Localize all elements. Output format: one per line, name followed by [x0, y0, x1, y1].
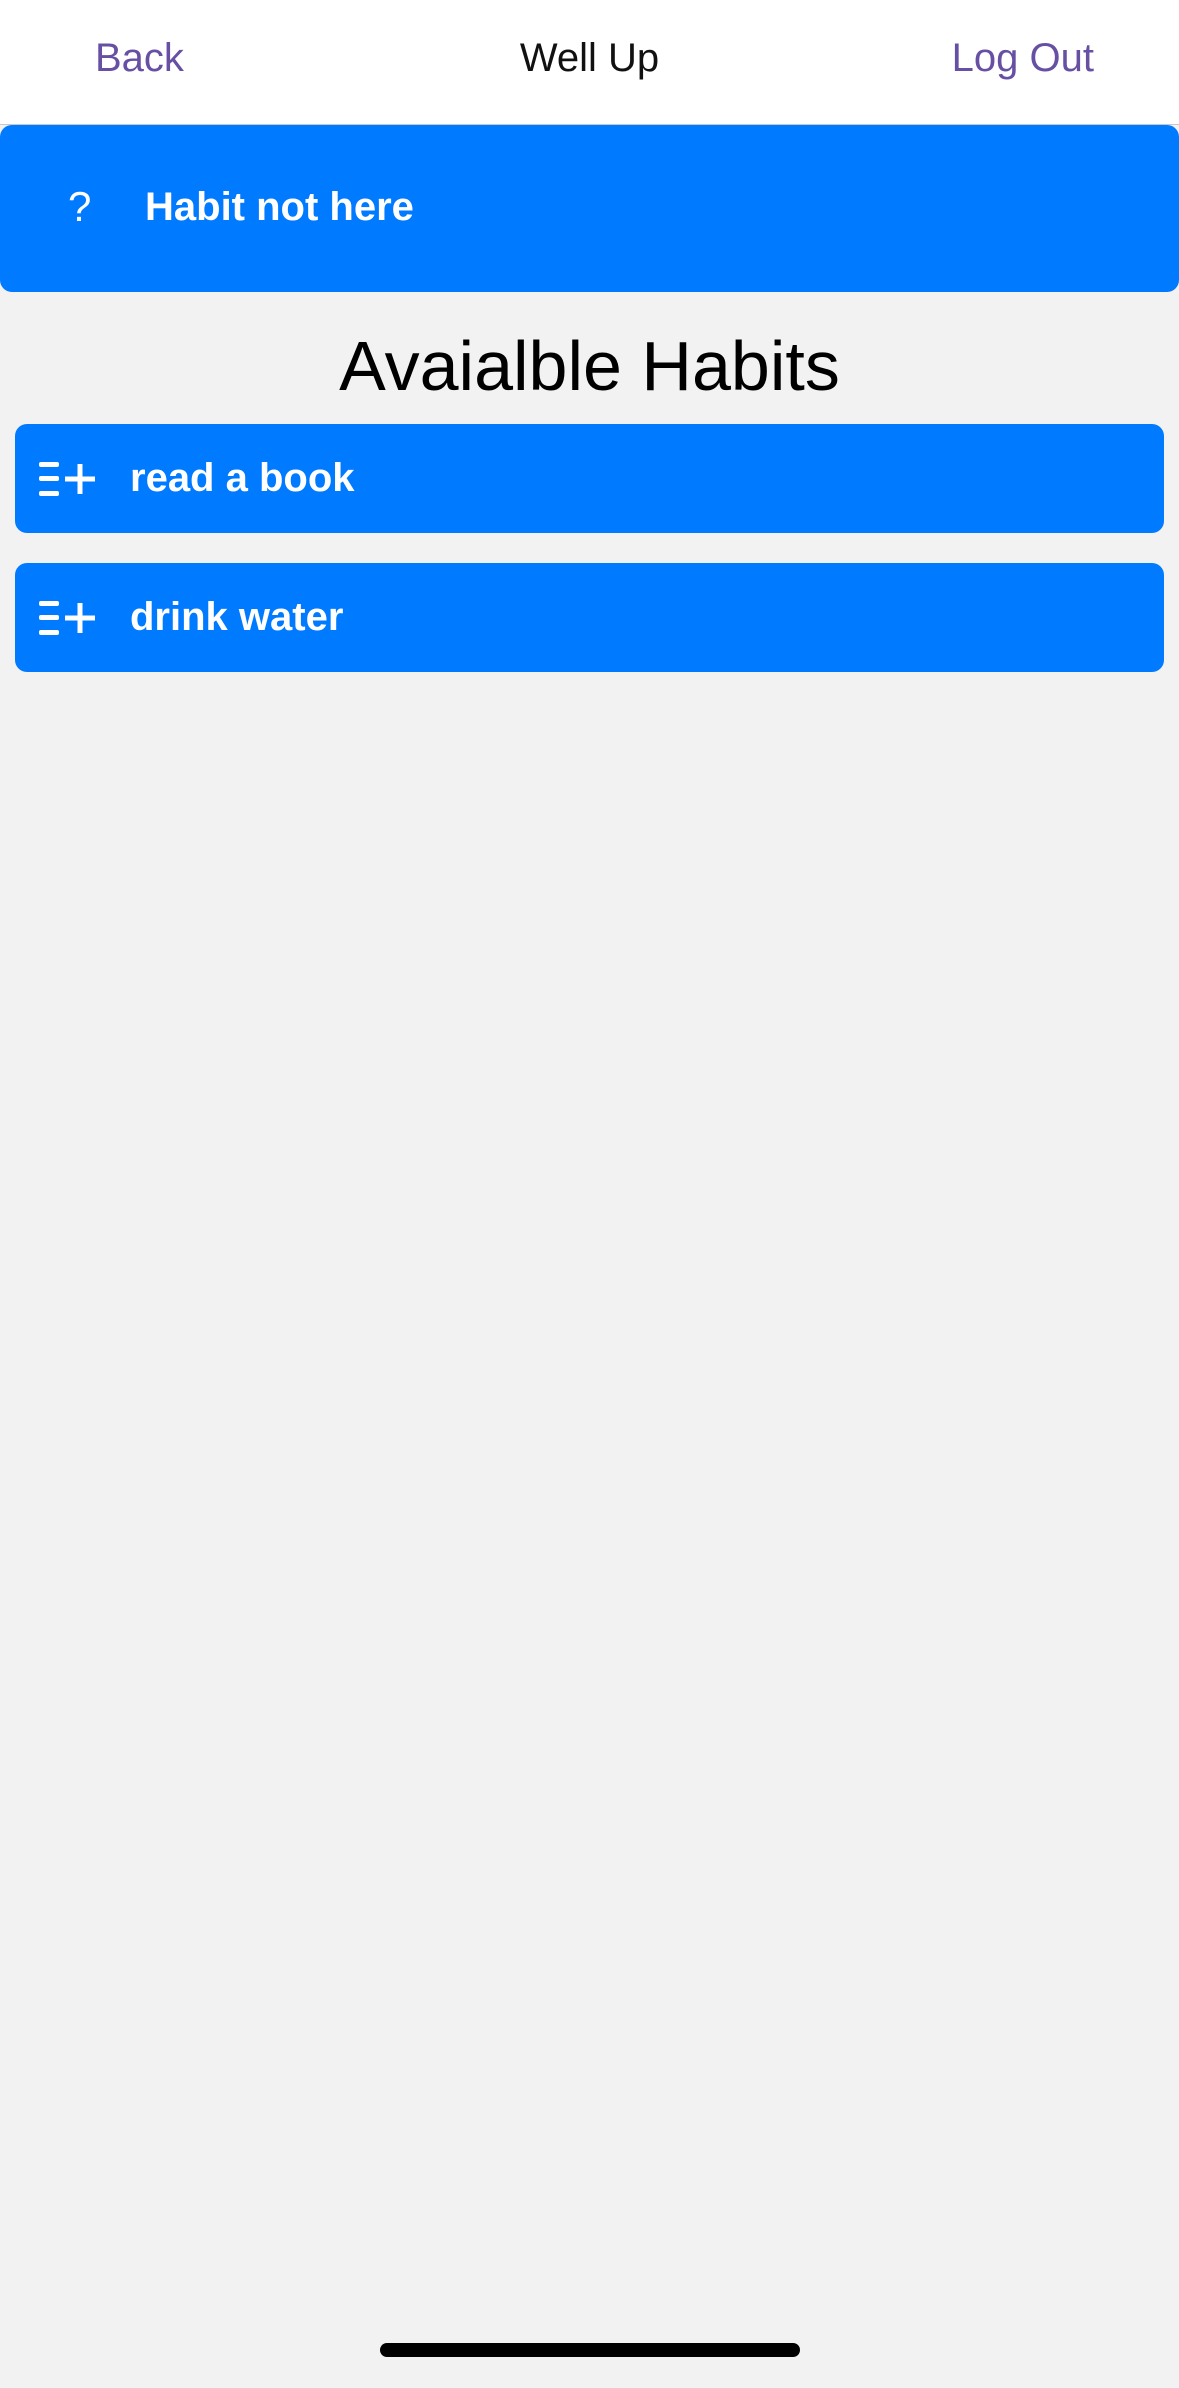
habit-not-here-button[interactable]: ? Habit not here [0, 125, 1179, 292]
habit-not-here-label: Habit not here [145, 185, 414, 229]
list-add-icon [39, 462, 95, 496]
list-add-icon [39, 601, 95, 635]
page-title: Avaialble Habits [339, 327, 840, 405]
habit-label: drink water [130, 595, 344, 639]
home-indicator[interactable] [380, 2343, 800, 2357]
habit-item-drink-water[interactable]: drink water [15, 563, 1164, 672]
question-mark-icon: ? [68, 183, 92, 230]
back-button[interactable]: Back [95, 34, 184, 82]
log-out-button[interactable]: Log Out [952, 34, 1094, 82]
habit-item-read-a-book[interactable]: read a book [15, 424, 1164, 533]
nav-header: Back Well Up Log Out [0, 0, 1179, 125]
habit-label: read a book [130, 456, 355, 500]
